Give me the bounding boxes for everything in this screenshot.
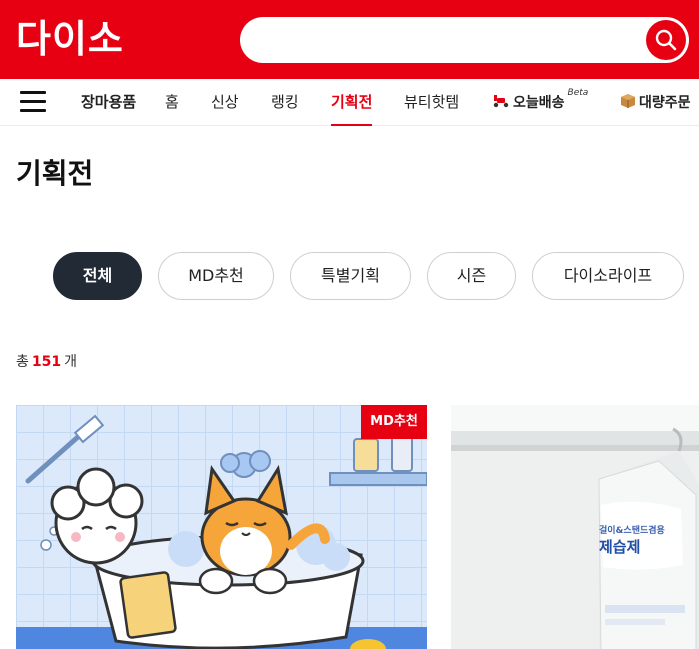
count-prefix: 총: [16, 354, 29, 370]
site-header: 다이소: [0, 0, 699, 79]
search-button[interactable]: [646, 20, 686, 60]
nav-item-today-delivery-label: 오늘배송: [513, 95, 565, 111]
filter-season[interactable]: 시즌: [427, 252, 516, 300]
nav-item-new[interactable]: 신상: [211, 79, 239, 126]
hamburger-menu-icon[interactable]: [20, 91, 46, 113]
scooter-icon: [493, 94, 509, 107]
exhibition-card[interactable]: 걸이&스탠드겸용 제습제: [451, 405, 699, 649]
exhibition-card[interactable]: MD추천: [16, 405, 427, 649]
nav-item-rainy-season[interactable]: 장마용품: [81, 79, 136, 126]
nav-item-exhibitions[interactable]: 기획전: [331, 79, 373, 126]
nav-item-beauty-hot[interactable]: 뷰티핫템: [404, 79, 459, 126]
nav-item-bulk-order-label: 대량주문: [639, 95, 691, 111]
filter-special[interactable]: 특별기획: [290, 252, 411, 300]
nav-item-home[interactable]: 홈: [165, 79, 179, 126]
count-suffix: 개: [64, 354, 78, 370]
md-pick-badge: MD추천: [361, 405, 427, 439]
search-input[interactable]: [258, 25, 628, 55]
box-icon: [621, 94, 635, 108]
count-value: 151: [31, 354, 62, 370]
filter-daiso-life[interactable]: 다이소라이프: [532, 252, 684, 300]
nav-item-today-delivery[interactable]: 오늘배송Beta: [492, 79, 588, 126]
nav-item-bulk-order[interactable]: 대량주문: [620, 79, 691, 126]
result-count: 총 151 개: [16, 351, 77, 371]
filter-md-pick[interactable]: MD추천: [158, 252, 274, 300]
nav-item-ranking[interactable]: 랭킹: [271, 79, 299, 126]
search-bar: [240, 17, 689, 63]
beta-badge: Beta: [567, 88, 589, 98]
filter-all[interactable]: 전체: [53, 252, 142, 300]
daiso-logo[interactable]: 다이소: [16, 17, 124, 61]
product-text-line2: 제습제: [599, 538, 641, 556]
search-icon: [655, 29, 677, 51]
cat-and-dog-bath-illustration: [16, 405, 427, 649]
product-text-line1: 걸이&스탠드겸용: [599, 526, 665, 536]
page-title: 기획전: [16, 157, 94, 190]
category-nav: 장마용품 홈 신상 랭킹 기획전 뷰티핫템 오늘배송Beta 대량주문: [0, 79, 699, 126]
